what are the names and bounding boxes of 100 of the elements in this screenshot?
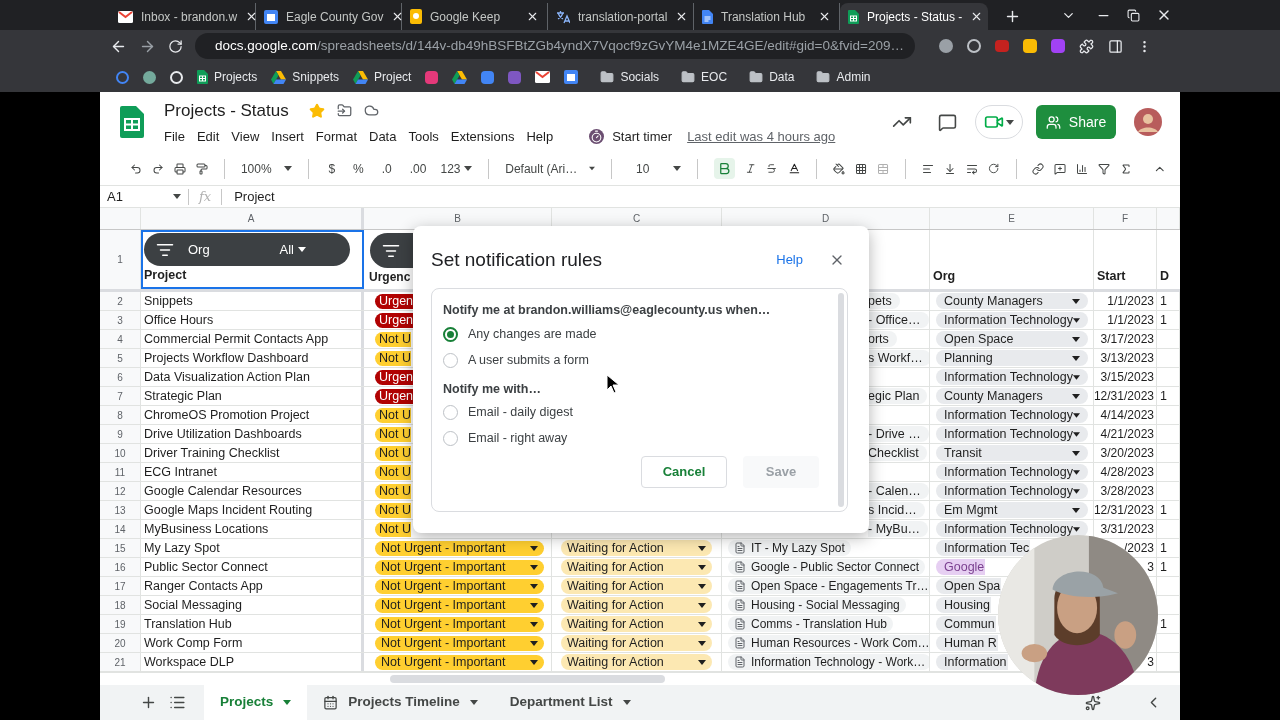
radio-button[interactable] <box>443 326 458 342</box>
extension-icon[interactable] <box>967 39 981 53</box>
paint-format-icon[interactable] <box>196 160 209 177</box>
org-chip[interactable]: Information Technology <box>936 312 1088 328</box>
explore-icon[interactable] <box>1085 694 1101 711</box>
org-chip[interactable]: Information Technology <box>936 521 1088 537</box>
radio-label[interactable]: Email - daily digest <box>468 402 573 422</box>
formula-input[interactable]: Project <box>222 186 1180 207</box>
file-link-chip[interactable]: - Calen… <box>868 483 929 499</box>
urgency-chip[interactable]: Urgen <box>375 293 414 309</box>
urgency-chip[interactable]: Urgen <box>375 388 414 404</box>
urgency-chip[interactable]: Not Urgent - Important <box>375 654 544 670</box>
urgency-chip[interactable]: Not Urgent - Important <box>375 616 544 632</box>
status-chip[interactable]: Waiting for Action <box>561 559 712 575</box>
move-icon[interactable] <box>336 103 352 119</box>
menu-item[interactable]: Insert <box>265 126 310 146</box>
org-chip[interactable]: Planning <box>936 350 1088 366</box>
close-icon[interactable] <box>526 10 539 23</box>
currency-button[interactable]: $ <box>324 159 340 178</box>
urgency-chip[interactable]: Not U <box>375 331 411 347</box>
file-link-chip[interactable]: Comms - Translation Hub <box>728 616 894 632</box>
address-bar[interactable]: docs.google.com/spreadsheets/d/144v-db49hBSFBtZGb4yndX7Vqocf9zGvYM4e1MZE4GE/edit#gid=0&fvid=209… <box>195 33 915 59</box>
file-link-chip[interactable]: pets <box>868 293 900 309</box>
side-panel-icon[interactable] <box>1108 38 1123 54</box>
org-chip[interactable]: Commun <box>936 616 996 632</box>
column-header[interactable]: F <box>1094 208 1157 229</box>
bookmark[interactable]: Snippets <box>271 68 340 86</box>
bookmark[interactable]: Projects <box>197 68 258 86</box>
share-button[interactable]: Share <box>1036 105 1116 139</box>
urgency-chip[interactable]: Not U <box>375 464 411 480</box>
percent-button[interactable]: % <box>349 159 368 178</box>
org-chip[interactable]: Google <box>936 559 986 575</box>
file-link-chip[interactable]: - Drive … <box>868 426 929 442</box>
radio-label[interactable]: Email - right away <box>468 428 568 448</box>
org-chip[interactable]: Information Technology <box>936 369 1088 385</box>
status-chip[interactable]: Waiting for Action <box>561 597 712 613</box>
urgency-chip[interactable]: Not Urgent - Important <box>375 578 544 594</box>
start-timer-button[interactable]: Start timer <box>589 126 673 146</box>
scrollbar-thumb[interactable] <box>838 293 844 507</box>
menu-item[interactable]: Data <box>363 126 403 146</box>
restore-icon[interactable] <box>1127 9 1140 22</box>
urgency-chip[interactable]: Not U <box>375 350 411 366</box>
bookmark-folder[interactable]: EOC <box>681 68 728 86</box>
urgency-chip[interactable]: Not U <box>375 407 411 423</box>
status-chip[interactable]: Waiting for Action <box>561 540 712 556</box>
file-link-chip[interactable]: - Office… <box>868 312 929 328</box>
last-edit-link[interactable]: Last edit was 4 hours ago <box>687 126 836 146</box>
browser-tab[interactable]: Projects - Status - <box>840 3 988 30</box>
bold-button[interactable] <box>714 158 736 179</box>
org-chip[interactable]: Information Technology <box>936 464 1088 480</box>
org-chip[interactable]: Open Spa <box>936 578 1002 594</box>
font-size-select[interactable]: 10 <box>628 159 682 178</box>
file-link-chip[interactable]: s Workf… <box>868 350 929 366</box>
comment-icon[interactable] <box>938 112 957 132</box>
close-icon[interactable] <box>818 10 831 23</box>
org-chip[interactable]: Open Space <box>936 331 1088 347</box>
org-chip[interactable]: Human R <box>936 635 998 651</box>
extension-icon[interactable] <box>1023 39 1037 53</box>
filter-chip[interactable]: Org All <box>144 233 350 267</box>
name-box[interactable]: A1 <box>100 186 188 207</box>
avatar-icon[interactable] <box>1134 108 1162 136</box>
file-link-chip[interactable]: Human Resources - Work Com… <box>728 635 929 651</box>
org-chip[interactable]: Information Tec <box>936 540 1031 556</box>
bookmark-folder[interactable]: Admin <box>816 68 871 86</box>
urgency-chip[interactable]: Not Urgent - Important <box>375 559 544 575</box>
scrollbar-thumb[interactable] <box>390 675 665 683</box>
menu-item[interactable]: File <box>158 126 191 146</box>
status-chip[interactable]: Waiting for Action <box>561 635 712 651</box>
menu-item[interactable]: Format <box>309 126 363 146</box>
fill-color-icon[interactable] <box>833 160 846 177</box>
extensions-icon[interactable] <box>1079 38 1094 54</box>
urgency-chip[interactable]: Not Urgent - Important <box>375 540 544 556</box>
help-link[interactable]: Help <box>776 250 803 270</box>
italic-icon[interactable] <box>745 161 757 176</box>
menu-item[interactable]: Edit <box>190 126 226 146</box>
star-icon[interactable] <box>308 102 325 119</box>
text-rotation-icon[interactable] <box>988 161 1000 176</box>
file-link-chip[interactable]: s Incid… <box>868 502 925 518</box>
zoom-select[interactable]: 100% <box>240 159 292 178</box>
urgency-chip[interactable]: Not U <box>375 483 411 499</box>
new-tab-icon[interactable] <box>1004 8 1021 25</box>
document-title[interactable]: Projects - Status <box>164 98 289 124</box>
urgency-chip[interactable]: Not U <box>375 445 411 461</box>
status-chip[interactable]: Waiting for Action <box>561 578 712 594</box>
bookmark-folder[interactable]: Socials <box>600 68 660 86</box>
file-link-chip[interactable]: egic Plan <box>868 388 928 404</box>
number-format-select[interactable]: 123 <box>440 159 473 178</box>
print-icon[interactable] <box>174 160 187 177</box>
decrease-decimals-button[interactable]: .0 <box>377 159 396 178</box>
file-link-chip[interactable]: - MyBu… <box>868 521 929 537</box>
file-link-chip[interactable]: orts <box>868 331 897 347</box>
urgency-chip[interactable]: Not Urgent - Important <box>375 635 544 651</box>
org-chip[interactable]: County Managers <box>936 293 1088 309</box>
org-chip[interactable]: Transit <box>936 445 1088 461</box>
urgency-chip[interactable]: Urgen <box>375 369 414 385</box>
bookmark-folder[interactable]: Data <box>749 68 795 86</box>
bookmark[interactable]: Project <box>353 68 412 86</box>
file-link-chip[interactable]: Information Technology - Work… <box>728 654 929 670</box>
org-chip[interactable]: Housing <box>936 597 991 613</box>
org-chip[interactable]: Information Technology <box>936 483 1088 499</box>
